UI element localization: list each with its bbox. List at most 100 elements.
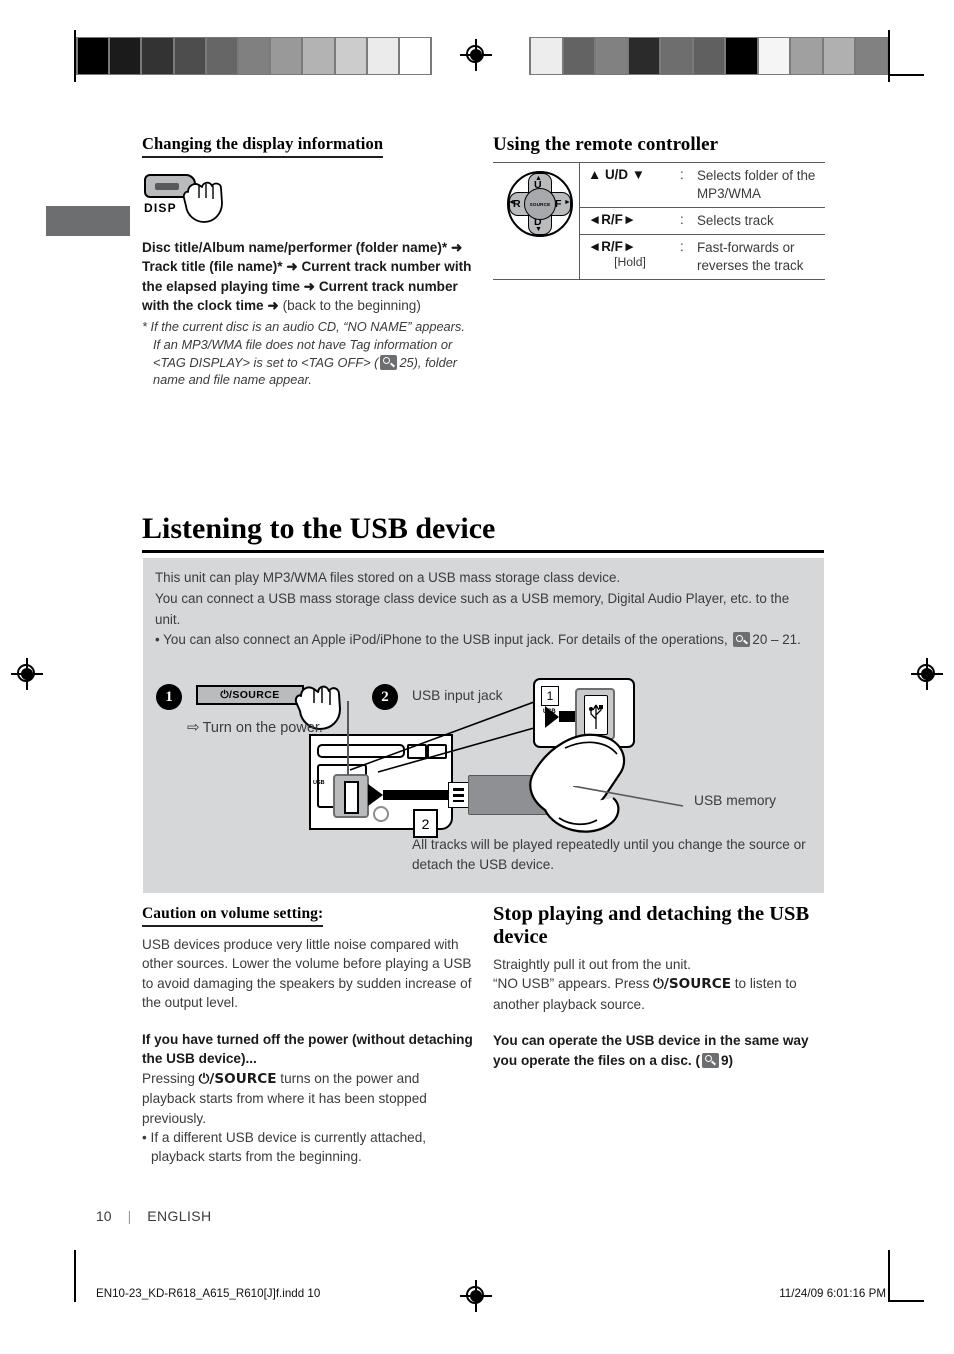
sequence-arrow-1: ➜: [450, 240, 463, 255]
sequence-item-1: Disc title/Album name/performer (folder …: [142, 240, 448, 255]
hand-holding-usb-icon: [525, 726, 703, 844]
unit-usb-label: USB: [313, 780, 325, 786]
remote-desc-1: Selects folder of the MP3/WMA: [697, 168, 816, 201]
section-title-block: Listening to the USB device: [142, 512, 824, 553]
print-file-name: EN10-23_KD-R618_A615_R610[J]f.indd 10: [96, 1287, 321, 1300]
usb-intro-text: This unit can play MP3/WMA files stored …: [155, 568, 815, 651]
usb-connector: [448, 782, 470, 808]
panel-knob: [373, 806, 389, 822]
sequence-arrow-2: ➜: [286, 259, 298, 275]
operate-note: You can operate the USB device in the sa…: [493, 1031, 833, 1070]
crop-mark-top-left: [74, 30, 76, 82]
source-key-inline: ⏻/SOURCE: [653, 976, 731, 993]
intro-line-1: This unit can play MP3/WMA files stored …: [155, 570, 621, 585]
disp-key-label: DISP: [144, 201, 177, 215]
remote-key-3: ◄R/F► [Hold]: [579, 233, 672, 280]
registration-mark-bottom: [460, 1280, 492, 1312]
registration-mark-top: [460, 39, 492, 71]
remote-desc-2: Selects track: [689, 206, 825, 235]
calibration-swatch: [628, 38, 660, 74]
calibration-swatch: [399, 38, 431, 74]
footnote-2-page-ref: 25),: [399, 354, 422, 370]
calibration-swatch: [726, 38, 757, 74]
crop-mark-bottom-left: [74, 1250, 76, 1302]
intro-bullet: • You can also connect an Apple iPod/iPh…: [155, 630, 815, 651]
calibration-swatch: [693, 38, 725, 74]
operate-note-page: 9): [720, 1052, 734, 1068]
title-underline: [142, 549, 824, 553]
calibration-swatch: [661, 38, 692, 74]
remote-key-3-label: ◄R/F►: [588, 238, 637, 254]
calibration-swatch: [791, 38, 822, 74]
power-off-heading: If you have turned off the power (withou…: [142, 1031, 473, 1067]
remote-key-3-hold: [Hold]: [614, 254, 646, 269]
right-column: Using the remote controller ▲ ▼ ◄ ► U D …: [493, 134, 825, 280]
intro-bullet-text: • You can also connect an Apple iPod/iPh…: [155, 632, 728, 648]
page-edge-tab: [46, 206, 130, 236]
stop-body-line-2: “NO USB” appears. Press ⏻/SOURCE to list…: [493, 974, 833, 1014]
remote-desc-3: Fast-forwards or reverses the track: [689, 233, 825, 280]
crop-mark-bottom-right-h: [890, 1300, 924, 1302]
calibration-swatch: [335, 38, 366, 74]
manual-page: Changing the display information DISP Di…: [0, 0, 954, 1354]
left-column: Changing the display information DISP Di…: [142, 134, 474, 389]
calibration-swatch: [758, 38, 790, 74]
calibration-swatch: [271, 38, 302, 74]
magnifier-icon: [380, 354, 398, 370]
panel-footer-note: All tracks will be played repeatedly unt…: [412, 837, 806, 872]
pad-source-button: SOURCE: [524, 188, 556, 220]
calibration-swatch: [206, 38, 237, 74]
caution-heading: Caution on volume setting:: [142, 905, 324, 927]
sequence-tail: (back to the beginning): [282, 298, 421, 314]
calibration-strip-right: [529, 37, 889, 75]
registration-mark-left: [11, 658, 43, 690]
calibration-strip-left: [76, 37, 432, 75]
calibration-swatch: [367, 38, 398, 74]
pad-left-label: R: [513, 198, 521, 210]
registration-mark-right: [911, 658, 943, 690]
magnifier-icon: [701, 1052, 719, 1068]
direction-pad-icon: ▲ ▼ ◄ ► U D R F SOURCE: [507, 171, 573, 237]
pointing-hand-icon: [182, 176, 234, 226]
calibration-swatch: [596, 38, 627, 74]
display-sequence-paragraph: Disc title/Album name/performer (folder …: [142, 238, 474, 316]
table-row: ▲ ▼ ◄ ► U D R F SOURCE ▲ U/D ▼ : Selects…: [493, 162, 825, 280]
footnote-2: If an MP3/WMA file does not have Tag inf…: [142, 336, 474, 390]
usb-memory-label: USB memory: [694, 793, 777, 808]
folio-separator: |: [127, 1208, 132, 1224]
remote-controller-heading: Using the remote controller: [493, 134, 719, 155]
sequence-arrow-4: ➜: [267, 298, 279, 314]
inline-number-2: 2: [413, 809, 438, 838]
calibration-swatch: [110, 38, 141, 74]
print-timestamp: 11/24/09 6:01:16 PM: [779, 1287, 886, 1300]
pad-right-arrow-icon: ►: [564, 199, 571, 206]
power-off-bullet: • If a different USB device is currently…: [142, 1129, 427, 1165]
remote-pad-illustration: ▲ ▼ ◄ ► U D R F SOURCE: [493, 162, 580, 280]
calibration-swatch: [238, 38, 270, 74]
caution-body: USB devices produce very little noise co…: [142, 937, 472, 1011]
stop-body-2a: “NO USB” appears. Press: [493, 976, 654, 992]
calibration-swatch: [563, 38, 595, 74]
remote-colon-1: :: [680, 167, 684, 182]
calibration-swatch: [303, 38, 334, 74]
footnote-1: * If the current disc is an audio CD, “N…: [142, 318, 465, 334]
page-number: 10: [96, 1208, 112, 1224]
stop-body-line-1: Straightly pull it out from the unit.: [493, 956, 691, 972]
step-1-arrow-icon: ⇨: [187, 719, 200, 736]
remote-controller-table: ▲ ▼ ◄ ► U D R F SOURCE ▲ U/D ▼ : Selects…: [493, 162, 825, 280]
callout-number-1: 1: [541, 686, 559, 706]
remote-colon-2: :: [672, 206, 689, 235]
calibration-swatch: [823, 38, 855, 74]
bottom-right-column: Stop playing and detaching the USB devic…: [493, 903, 833, 1070]
power-off-body: Pressing ⏻/SOURCE turns on the power and…: [142, 1069, 474, 1128]
step-1-number: 1: [156, 684, 182, 710]
remote-colon-3: :: [672, 233, 689, 280]
callout-leader-lines: [349, 701, 535, 773]
calibration-swatch: [531, 38, 562, 74]
intro-bullet-page: 20 – 21.: [752, 632, 801, 648]
step-1-text: ⇨ Turn on the power.: [187, 718, 323, 736]
operate-note-text: You can operate the USB device in the sa…: [493, 1033, 809, 1068]
usb-memory-leader-line: [573, 786, 684, 807]
page-title: Listening to the USB device: [142, 512, 496, 545]
sequence-arrow-3: ➜: [303, 278, 316, 294]
